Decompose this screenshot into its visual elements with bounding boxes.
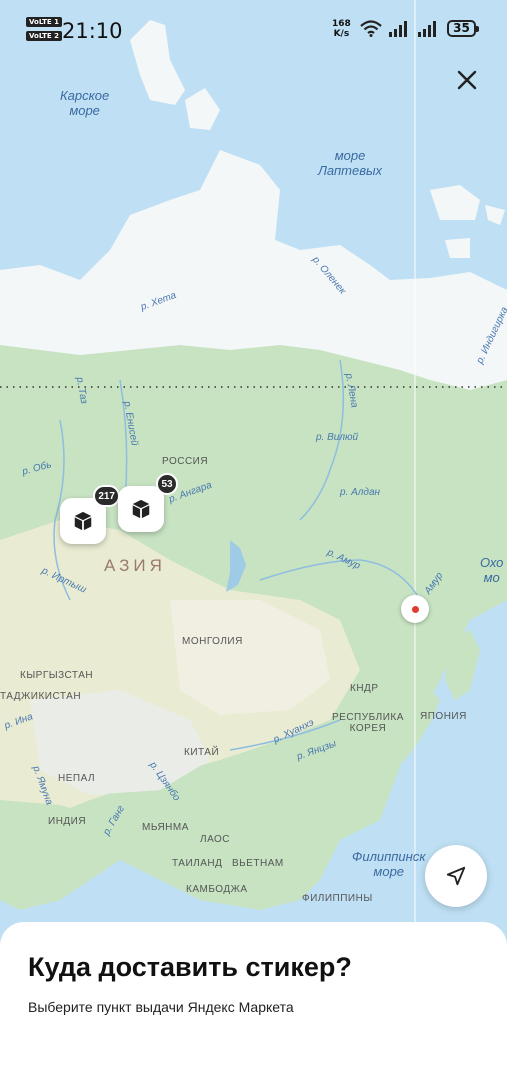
label-nepal: НЕПАЛ — [58, 773, 96, 784]
label-laos: ЛАОС — [200, 834, 231, 845]
label-tajikistan: ТАДЖИКИСТАН — [0, 691, 82, 702]
label-south-korea: РЕСПУБЛИКА КОРЕЯ — [332, 712, 404, 734]
label-myanmar: МЬЯНМА — [142, 822, 189, 833]
label-vietnam: ВЬЕТНАМ — [232, 858, 284, 869]
label-china: КИТАЙ — [184, 747, 220, 758]
navigation-arrow-icon — [446, 866, 466, 886]
label-russia: РОССИЯ — [162, 456, 209, 467]
wifi-icon — [360, 20, 382, 37]
network-speed: 168 K/s — [332, 19, 351, 39]
map-view[interactable] — [0, 0, 507, 940]
label-r-vilyuy: р. Вилюй — [316, 432, 359, 443]
label-asia: АЗИЯ — [104, 556, 166, 575]
label-japan: ЯПОНИЯ — [420, 711, 467, 722]
locate-me-button[interactable] — [425, 845, 487, 907]
bottom-sheet: Куда доставить стикер? Выберите пункт вы… — [0, 922, 507, 1090]
pickup-cluster-marker[interactable]: 53 — [118, 473, 178, 532]
label-laptev-sea: море Лаптевых — [318, 148, 383, 178]
label-philippines: ФИЛИППИНЫ — [302, 893, 373, 904]
volte-indicator: VoLTE 1 — [26, 17, 63, 27]
battery-indicator: 35 — [447, 20, 479, 37]
box-icon — [74, 511, 92, 531]
label-mongolia: МОНГОЛИЯ — [182, 636, 243, 647]
sheet-title: Куда доставить стикер? — [28, 952, 352, 982]
label-philippine-sea: Филиппинск море — [352, 849, 426, 879]
sheet-subtitle: Выберите пункт выдачи Яндекс Маркета — [28, 999, 294, 1015]
label-okhotsk-sea: Охо мо — [480, 555, 504, 585]
marker-count-badge: 53 — [156, 473, 178, 495]
user-location-marker — [401, 595, 429, 623]
volte-indicator: VoLTE 2 — [26, 31, 63, 41]
status-time: 21:10 — [62, 19, 123, 43]
signal-icon — [389, 21, 407, 37]
signal-icon — [418, 21, 436, 37]
close-button[interactable] — [447, 60, 487, 100]
label-cambodia: КАМБОДЖА — [186, 884, 248, 895]
label-kara-sea: Карское море — [60, 88, 110, 118]
status-bar: VoLTE 1 VoLTE 2 21:10 168 K/s 35 — [0, 0, 507, 58]
label-thailand: ТАИЛАНД — [172, 858, 223, 869]
close-icon — [457, 70, 477, 90]
label-r-aldan: р. Алдан — [340, 487, 381, 498]
box-icon — [132, 499, 150, 519]
label-india: ИНДИЯ — [48, 816, 87, 827]
label-kyrgyzstan: КЫРГЫЗСТАН — [20, 670, 94, 681]
marker-count-badge: 217 — [93, 485, 120, 507]
label-north-korea: КНДР — [350, 683, 379, 694]
pickup-cluster-marker[interactable]: 217 — [60, 485, 120, 544]
